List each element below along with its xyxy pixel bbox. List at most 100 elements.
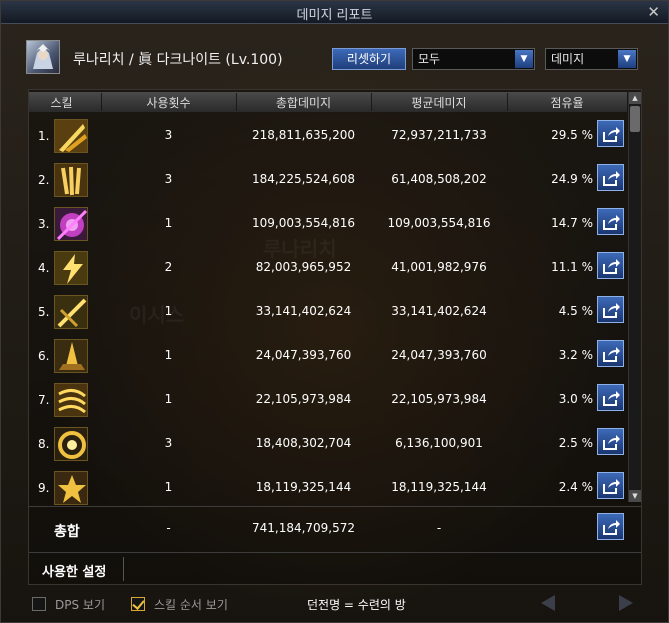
row-count: 1	[164, 480, 173, 494]
total-row: 총합 - 741,184,709,572 -	[29, 506, 641, 551]
row-average-damage: 6,136,100,901	[395, 436, 483, 450]
row-rank: 8.	[38, 437, 50, 451]
scroll-thumb[interactable]	[630, 106, 640, 132]
skill-order-checkbox[interactable]	[131, 597, 145, 611]
golden-slash-skill-icon	[54, 119, 88, 153]
table-scrollbar[interactable]: ▲ ▼	[628, 92, 641, 502]
metric-value: 데미지	[551, 52, 585, 66]
scroll-up-icon[interactable]: ▲	[629, 92, 641, 104]
row-detail-button[interactable]	[597, 252, 624, 279]
title-bar[interactable]: 데미지 리포트 ✕	[1, 1, 668, 24]
share-arrow-icon	[603, 215, 620, 230]
row-share: 29.5 %	[551, 128, 593, 142]
table-row[interactable]: 5. 1 33,141,402,624 33,141,402,624 4.5 %	[29, 290, 627, 334]
table-row[interactable]: 9. 1 18,119,325,144 18,119,325,144 2.4 %	[29, 466, 627, 510]
golden-vortex-skill-icon	[54, 427, 88, 461]
share-arrow-icon	[603, 171, 620, 186]
golden-burst-skill-icon	[54, 471, 88, 505]
table-row[interactable]: 6. 1 24,047,393,760 24,047,393,760 3.2 %	[29, 334, 627, 378]
row-total-damage: 184,225,524,608	[251, 172, 356, 186]
share-arrow-icon	[603, 347, 620, 362]
table-row[interactable]: 8. 3 18,408,302,704 6,136,100,901 2.5 %	[29, 422, 627, 466]
character-avatar	[26, 40, 60, 74]
row-rank: 2.	[38, 173, 50, 187]
next-arrow-icon[interactable]	[619, 595, 633, 611]
row-total-damage: 24,047,393,760	[255, 348, 352, 362]
row-detail-button[interactable]	[597, 428, 624, 455]
total-count: -	[166, 521, 171, 535]
skill-filter-value: 모두	[418, 52, 441, 66]
row-detail-button[interactable]	[597, 384, 624, 411]
header-total-damage: 총합데미지	[275, 96, 332, 110]
skill-filter-dropdown[interactable]: 모두 ▼	[412, 48, 535, 70]
row-count: 1	[164, 392, 173, 406]
table-row[interactable]: 7. 1 22,105,973,984 22,105,973,984 3.0 %	[29, 378, 627, 422]
purple-saw-skill-icon	[54, 207, 88, 241]
row-count: 3	[164, 172, 173, 186]
row-total-damage: 33,141,402,624	[255, 304, 352, 318]
share-arrow-icon	[603, 303, 620, 318]
row-detail-button[interactable]	[597, 340, 624, 367]
dps-label[interactable]: DPS 보기	[55, 596, 105, 613]
row-detail-button[interactable]	[597, 164, 624, 191]
row-share: 3.0 %	[558, 392, 593, 406]
table-row[interactable]: 4. 2 82,003,965,952 41,001,982,976 11.1 %	[29, 246, 627, 290]
skill-order-label[interactable]: 스킬 순서 보기	[154, 596, 228, 613]
row-average-damage: 22,105,973,984	[391, 392, 487, 406]
close-icon[interactable]: ✕	[647, 3, 660, 21]
row-count: 1	[164, 348, 173, 362]
reset-button[interactable]: 리셋하기	[332, 48, 406, 70]
row-detail-button[interactable]	[597, 472, 624, 499]
header-share: 점유율	[550, 96, 584, 110]
header-average-damage: 평균데미지	[411, 96, 467, 110]
row-count: 3	[164, 436, 173, 450]
share-arrow-icon	[603, 259, 620, 274]
row-share: 11.1 %	[551, 260, 593, 274]
row-count: 1	[164, 216, 173, 230]
row-total-damage: 218,811,635,200	[251, 128, 356, 142]
metric-dropdown[interactable]: 데미지 ▼	[545, 48, 638, 70]
row-rank: 6.	[38, 349, 50, 363]
row-rank: 3.	[38, 217, 50, 231]
damage-table: 스킬 사용횟수 총합데미지 평균데미지 점유율 1. 3 218,811,635,2…	[28, 89, 642, 585]
character-name: 루나리치 / 眞 다크나이트 (Lv.100)	[73, 52, 283, 68]
row-count: 2	[164, 260, 173, 274]
chevron-down-icon: ▼	[618, 50, 636, 68]
golden-wind-skill-icon	[54, 383, 88, 417]
share-arrow-icon	[603, 479, 620, 494]
row-average-damage: 33,141,402,624	[391, 304, 487, 318]
row-share: 24.9 %	[551, 172, 593, 186]
table-row[interactable]: 1. 3 218,811,635,200 72,937,211,733 29.5 %	[29, 114, 627, 158]
prev-arrow-icon[interactable]	[541, 595, 555, 611]
row-average-damage: 61,408,508,202	[391, 172, 487, 186]
row-count: 3	[164, 128, 173, 142]
scroll-down-icon[interactable]: ▼	[629, 490, 641, 502]
total-detail-button[interactable]	[597, 513, 624, 540]
settings-label: 사용한 설정	[42, 565, 107, 580]
dungeon-name: 던전명 = 수련의 방	[307, 598, 406, 612]
row-total-damage: 109,003,554,816	[251, 216, 356, 230]
damage-report-window: 루나리치 이시스 데미지 리포트 ✕ 루나리치 / 眞 다크나이트 (Lv.10…	[0, 0, 669, 623]
bottom-bar: DPS 보기 스킬 순서 보기 던전명 = 수련의 방	[1, 589, 668, 623]
window-title: 데미지 리포트	[296, 8, 373, 23]
table-row[interactable]: 2. 3 184,225,524,608 61,408,508,202 24.9 %	[29, 158, 627, 202]
row-detail-button[interactable]	[597, 120, 624, 147]
share-arrow-icon	[603, 435, 620, 450]
row-share: 2.5 %	[558, 436, 593, 450]
row-detail-button[interactable]	[597, 208, 624, 235]
header-count: 사용횟수	[146, 96, 191, 110]
row-total-damage: 82,003,965,952	[255, 260, 352, 274]
row-rank: 7.	[38, 393, 50, 407]
header-skill: 스킬	[50, 96, 73, 110]
row-total-damage: 18,408,302,704	[255, 436, 352, 450]
row-rank: 5.	[38, 305, 50, 319]
row-count: 1	[164, 304, 173, 318]
table-row[interactable]: 3. 1 109,003,554,816 109,003,554,816 14.7 %	[29, 202, 627, 246]
row-average-damage: 72,937,211,733	[391, 128, 487, 142]
row-average-damage: 109,003,554,816	[387, 216, 491, 230]
row-rank: 9.	[38, 481, 50, 495]
row-share: 14.7 %	[551, 216, 593, 230]
dps-checkbox[interactable]	[32, 597, 46, 611]
row-detail-button[interactable]	[597, 296, 624, 323]
row-share: 3.2 %	[558, 348, 593, 362]
